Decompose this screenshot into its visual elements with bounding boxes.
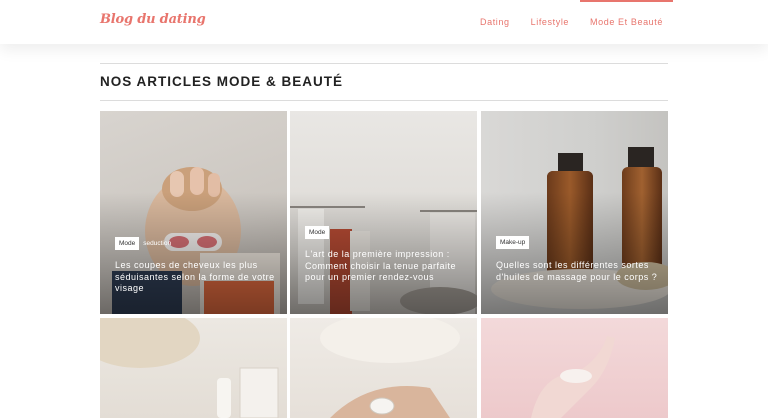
article-card[interactable] bbox=[100, 318, 287, 418]
tag-list: Mode seduction bbox=[115, 237, 175, 250]
nav-lifestyle[interactable]: Lifestyle bbox=[531, 17, 569, 27]
nav-mode-beaute[interactable]: Mode Et Beauté bbox=[580, 0, 673, 27]
image-overlay bbox=[100, 192, 287, 314]
article-image bbox=[100, 318, 279, 418]
tag-list: Make-up bbox=[496, 236, 530, 249]
tag[interactable]: Make-up bbox=[496, 236, 530, 249]
site-logo[interactable]: Blog du dating bbox=[100, 12, 206, 27]
article-card[interactable]: Make-up Quelles sont les différentes sor… bbox=[481, 111, 668, 314]
section-header: NOS ARTICLES MODE & BEAUTÉ bbox=[100, 63, 668, 101]
article-card[interactable] bbox=[481, 318, 668, 418]
article-card[interactable]: Mode seduction Les coupes de cheveux les… bbox=[100, 111, 287, 314]
article-image bbox=[531, 336, 615, 418]
article-image bbox=[320, 318, 460, 418]
section-title: NOS ARTICLES MODE & BEAUTÉ bbox=[100, 74, 344, 89]
image-overlay bbox=[481, 192, 668, 314]
article-card[interactable]: Mode L'art de la première impression : C… bbox=[290, 111, 477, 314]
site-header: Blog du dating Dating Lifestyle Mode Et … bbox=[0, 0, 768, 44]
article-title[interactable]: L'art de la première impression : Commen… bbox=[305, 249, 475, 284]
article-title[interactable]: Quelles sont les différentes sortes d'hu… bbox=[496, 260, 661, 283]
article-title[interactable]: Les coupes de cheveux les plus séduisant… bbox=[115, 260, 280, 295]
tag[interactable]: Mode bbox=[115, 237, 140, 250]
article-card[interactable] bbox=[290, 318, 477, 418]
tag[interactable]: Mode bbox=[305, 226, 330, 239]
nav-dating[interactable]: Dating bbox=[480, 17, 510, 27]
main-nav: Dating Lifestyle Mode Et Beauté bbox=[480, 0, 673, 27]
tag[interactable]: seduction bbox=[139, 237, 175, 250]
tag-list: Mode bbox=[305, 226, 330, 239]
